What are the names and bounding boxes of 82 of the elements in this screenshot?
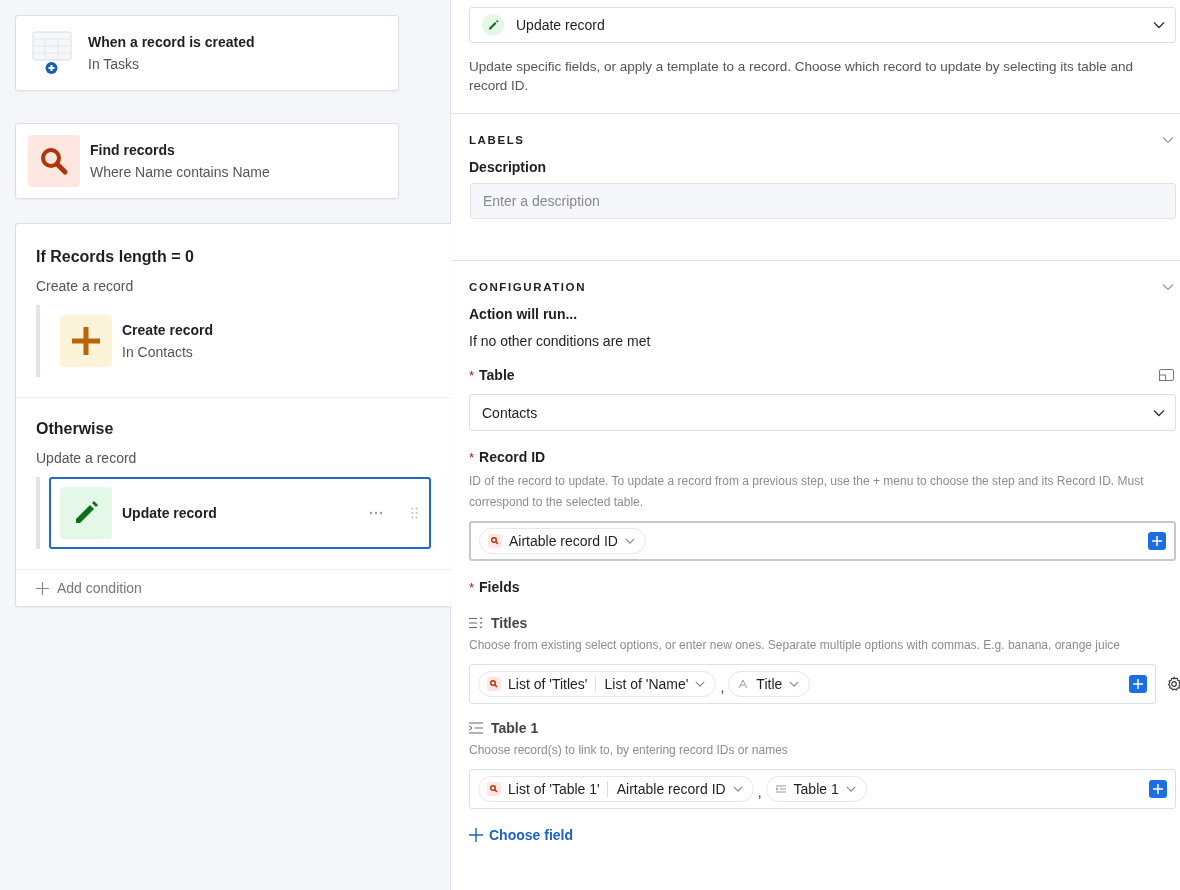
table-dropdown[interactable]: Contacts (469, 394, 1176, 431)
drag-handle-icon[interactable] (411, 507, 418, 519)
linked-list-icon (774, 783, 787, 795)
text-field-icon (737, 678, 750, 690)
step-card[interactable]: Update record (49, 477, 431, 549)
choose-field-link[interactable]: Choose field (469, 827, 573, 843)
linked-list-icon (469, 722, 484, 734)
help-text: Choose from existing select options, or enter new ones. Separate multiple options with commas. E.g. banana, orange juice (469, 637, 1122, 654)
field-label: Action will run... (469, 306, 579, 322)
chevron-down-icon (1153, 408, 1165, 417)
step-subtitle: Where Name contains Name (90, 164, 270, 180)
branch-subheading: Update a record (36, 450, 138, 466)
layout-icon[interactable] (1159, 369, 1174, 381)
section-title: LABELS (469, 134, 525, 146)
field-value-input[interactable]: List of 'Titles' List of 'Name' , Title (469, 664, 1156, 704)
field-name: Table 1 (491, 720, 539, 736)
help-text: ID of the record to update. To update a record from a previous step, use the + menu to choose the step and its Record ID. Must correspond to the selected table. (469, 473, 1145, 511)
run-condition-text: If no other conditions are met (469, 333, 652, 349)
search-icon (487, 677, 501, 691)
caret-icon (845, 785, 856, 793)
token-label: Airtable record ID (606, 781, 726, 797)
description-input[interactable]: Enter a description (470, 183, 1176, 219)
collapse-chevron-icon[interactable] (1162, 283, 1174, 291)
table-plus-icon (32, 31, 74, 75)
plus-icon (1152, 536, 1162, 546)
chevron-down-icon (1153, 21, 1165, 29)
field-value-input[interactable]: List of 'Table 1' Airtable record ID , Table 1 (469, 769, 1176, 809)
separator: , (720, 679, 725, 695)
pencil-icon (60, 487, 112, 539)
step-title: Create record (122, 322, 215, 338)
step-card[interactable]: When a record is created In Tasks (15, 15, 399, 91)
caret-icon (624, 537, 635, 545)
settings-icon[interactable] (1166, 676, 1180, 692)
branch-subheading: Create a record (36, 278, 135, 294)
token-label: Airtable record ID (509, 533, 618, 549)
step-subtitle: In Tasks (88, 56, 141, 72)
add-condition-button[interactable]: Add condition (16, 570, 162, 606)
add-button[interactable] (1149, 780, 1167, 798)
help-text: Choose record(s) to link to, by entering record IDs or names (469, 742, 789, 759)
more-icon[interactable] (369, 511, 383, 515)
action-description: Update specific fields, or apply a template to a record. Choose which record to update by selecting its table and record ID. (469, 58, 1135, 95)
plus-icon (60, 315, 112, 367)
branch-heading: If Records length = 0 (36, 248, 195, 266)
search-icon (487, 782, 501, 796)
step-card[interactable]: Create record In Contacts (49, 305, 431, 377)
step-card[interactable]: Find records Where Name contains Name (15, 123, 399, 199)
caret-icon (695, 680, 706, 688)
field-label: Fields (479, 579, 520, 595)
plus-icon (1153, 784, 1163, 794)
token-label: List of 'Table 1' (508, 781, 600, 797)
caret-icon (732, 785, 743, 793)
pencil-icon (482, 14, 504, 36)
field-label: Description (469, 159, 547, 175)
caret-icon (789, 680, 800, 688)
separator: , (757, 784, 762, 800)
collapse-chevron-icon[interactable] (1162, 136, 1174, 144)
plus-icon (36, 581, 49, 595)
step-subtitle: In Contacts (122, 344, 194, 360)
record-id-field[interactable]: Airtable record ID (469, 521, 1176, 561)
plus-icon (1133, 679, 1143, 689)
field-label: Record ID (479, 449, 546, 465)
step-title: When a record is created (88, 34, 255, 50)
magnifier-icon (28, 135, 80, 187)
add-button[interactable] (1129, 675, 1147, 693)
plus-icon (469, 828, 483, 842)
action-dropdown[interactable]: Update record (469, 7, 1176, 43)
field-name: Titles (491, 615, 528, 631)
token-label: List of 'Name' (594, 676, 689, 692)
token-label: List of 'Titles' (508, 676, 588, 692)
token-label: Table 1 (793, 781, 839, 797)
required-mark: * (469, 579, 475, 595)
field-label: Table (479, 367, 515, 383)
add-button[interactable] (1148, 532, 1166, 550)
branch-heading: Otherwise (36, 420, 115, 438)
required-mark: * (469, 449, 475, 465)
multi-select-icon (469, 617, 484, 629)
required-mark: * (469, 367, 475, 383)
section-title: CONFIGURATION (469, 281, 587, 293)
search-icon (488, 534, 502, 548)
step-title: Find records (90, 142, 176, 158)
token-label: Title (756, 676, 783, 692)
step-title: Update record (122, 505, 218, 521)
